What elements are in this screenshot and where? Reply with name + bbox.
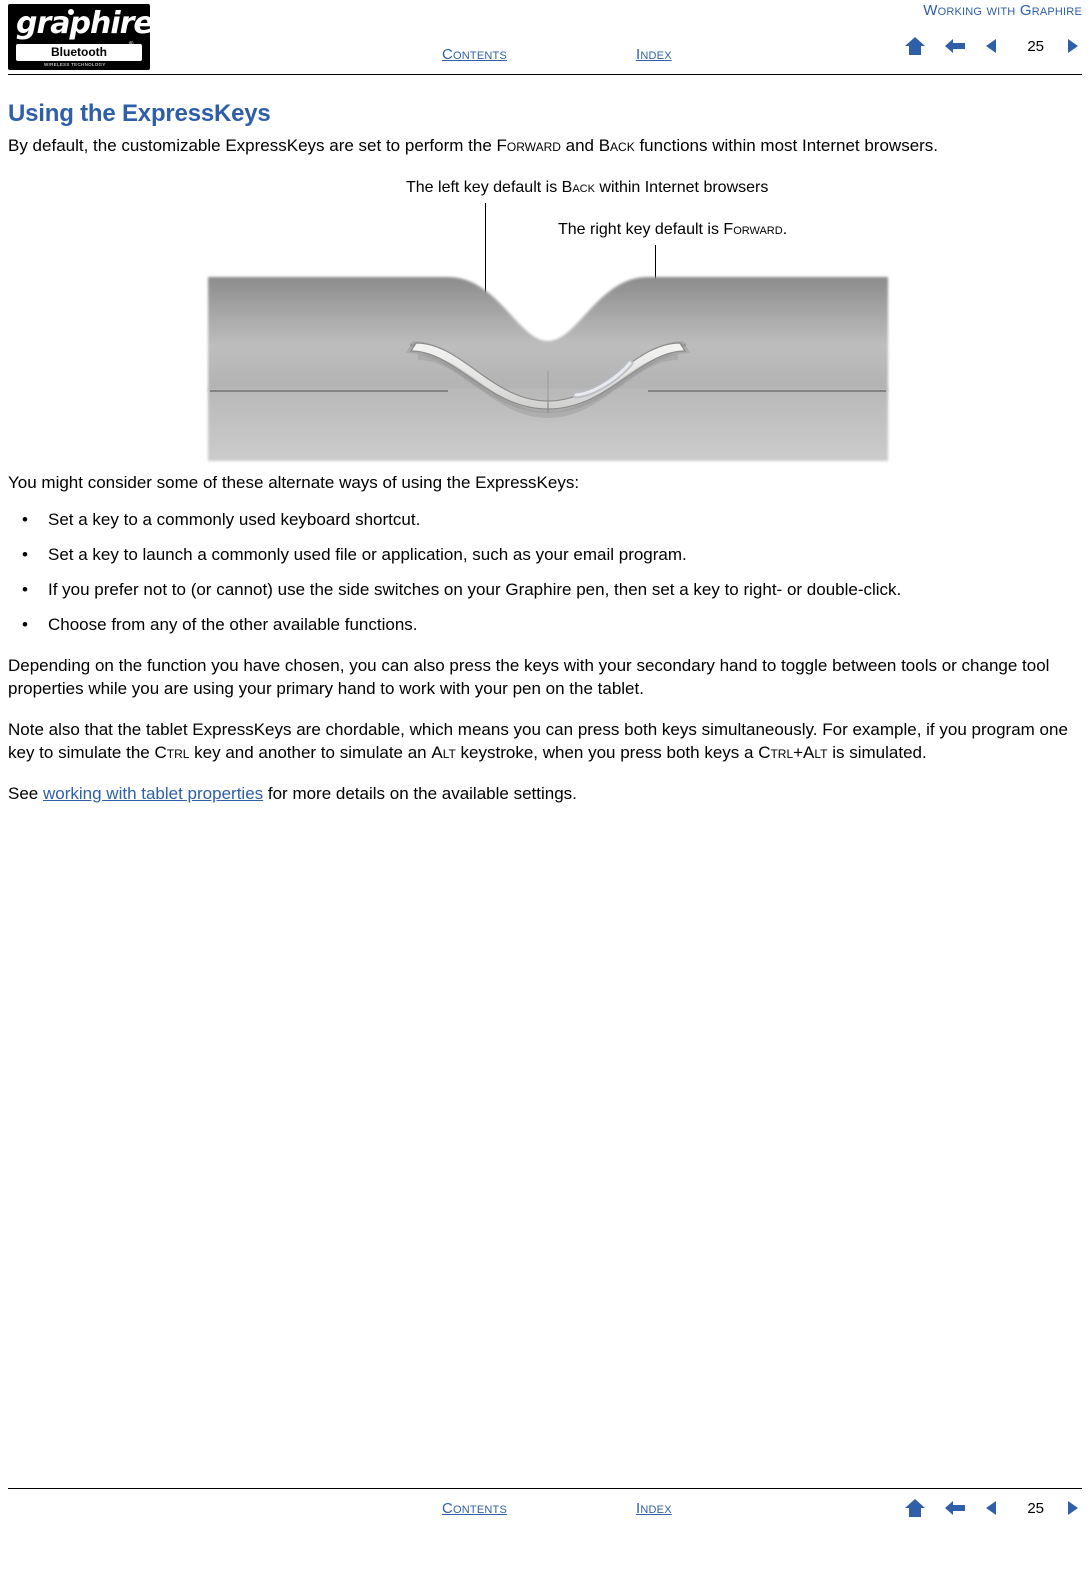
callout-left-post: within Internet browsers (594, 179, 769, 196)
home-icon[interactable] (904, 36, 926, 56)
intro-forward-term: Forward (496, 136, 561, 155)
home-icon[interactable] (904, 1498, 926, 1518)
logo-dot-icon (68, 9, 74, 15)
callout-right-pre: The right key default is (558, 221, 724, 238)
next-page-icon[interactable] (1062, 37, 1084, 55)
index-link-top[interactable]: Index (636, 46, 672, 63)
callout-left-term: Back (561, 179, 595, 196)
page-title-header: Working with Graphire (923, 2, 1082, 19)
page-number-top: 25 (1027, 37, 1044, 55)
callout-left-pre: The left key default is (406, 179, 562, 196)
header-nav-icons: 25 (904, 36, 1084, 56)
note-ctrl-term: Ctrl (154, 743, 190, 762)
intro-paragraph: By default, the customizable ExpressKeys… (8, 134, 1082, 157)
list-item: Set a key to a commonly used keyboard sh… (8, 508, 1082, 531)
note-mid2: keystroke, when you press both keys a (455, 743, 759, 762)
note-alt-term: Alt (431, 743, 456, 762)
contents-link-bottom[interactable]: Contents (442, 1500, 507, 1517)
logo-wordmark: graphire (16, 6, 150, 41)
callout-right-term: Forward (723, 221, 783, 238)
note-mid: key and another to simulate an (189, 743, 432, 762)
section-title: Using the ExpressKeys (8, 100, 271, 127)
page-content: Using the ExpressKeys By default, the cu… (8, 100, 1082, 805)
note-ctrlalt-term: Ctrl+Alt (758, 743, 828, 762)
chordable-note-paragraph: Note also that the tablet ExpressKeys ar… (8, 718, 1082, 764)
see-also-paragraph: See working with tablet properties for m… (8, 782, 1082, 805)
callout-right-post: . (782, 221, 788, 238)
callout-left-key: The left key default is Back within Inte… (406, 179, 768, 197)
next-page-icon[interactable] (1062, 1499, 1084, 1517)
header-divider (8, 74, 1082, 75)
callout-right-key: The right key default is Forward. (558, 221, 787, 239)
depending-paragraph: Depending on the function you have chose… (8, 656, 1050, 698)
intro-text-pre: By default, the customizable ExpressKeys… (8, 136, 497, 155)
tablet-illustration (198, 271, 898, 461)
previous-page-icon[interactable] (944, 37, 966, 55)
footer-divider (8, 1488, 1082, 1489)
contents-link-top[interactable]: Contents (442, 46, 507, 63)
back-page-icon[interactable] (984, 1499, 1006, 1517)
expresskeys-figure: The left key default is Back within Inte… (8, 171, 1082, 471)
tablet-properties-link[interactable]: working with tablet properties (43, 784, 263, 803)
page-footer: Contents Index 25 (0, 1498, 1090, 1558)
footer-nav-icons: 25 (904, 1498, 1084, 1518)
previous-page-icon[interactable] (944, 1499, 966, 1517)
intro-text-post: functions within most Internet browsers. (634, 136, 939, 155)
note-post: is simulated. (827, 743, 927, 762)
list-item: Choose from any of the other available f… (8, 613, 1082, 636)
list-item: If you prefer not to (or cannot) use the… (8, 578, 1082, 601)
intro-text-mid: and (560, 136, 599, 155)
list-item: Set a key to launch a commonly used file… (8, 543, 1082, 566)
alt-ways-paragraph: You might consider some of these alterna… (8, 473, 580, 492)
page-number-bottom: 25 (1027, 1499, 1044, 1517)
page-header: graphire Bluetooth ® WIRELESS TECHNOLOGY… (0, 0, 1090, 78)
back-page-icon[interactable] (984, 37, 1006, 55)
see-post: for more details on the available settin… (263, 784, 577, 803)
see-pre: See (8, 784, 43, 803)
intro-back-term: Back (598, 136, 635, 155)
index-link-bottom[interactable]: Index (636, 1500, 672, 1517)
alt-ways-list: Set a key to a commonly used keyboard sh… (8, 508, 1082, 636)
